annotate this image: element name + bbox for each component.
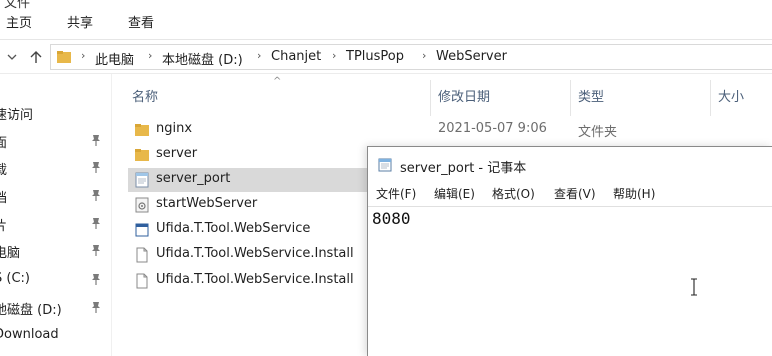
file-name: startWebServer bbox=[156, 196, 258, 211]
blank-file-icon bbox=[134, 273, 150, 289]
nav-item-documents[interactable]: 档 bbox=[0, 184, 111, 208]
nav-item-label: 片 bbox=[0, 215, 7, 234]
pin-icon[interactable] bbox=[90, 272, 102, 286]
folder-icon bbox=[134, 147, 150, 163]
chevron-right-icon[interactable]: › bbox=[422, 49, 426, 62]
notepad-icon bbox=[378, 158, 392, 172]
tab-home[interactable]: 主页 bbox=[6, 12, 32, 31]
file-row[interactable]: server bbox=[128, 143, 372, 167]
app-file-icon bbox=[134, 222, 150, 238]
address-bar-row: › 此电脑 › 本地磁盘 (D:) › Chanjet › TPlusPop ›… bbox=[0, 40, 772, 74]
menu-help[interactable]: 帮助(H) bbox=[613, 185, 655, 202]
nav-item-label: 档 bbox=[0, 187, 7, 206]
sort-ascending-icon: ^ bbox=[273, 76, 282, 87]
pin-icon[interactable] bbox=[90, 188, 102, 202]
navigation-pane: 速访问 面 载 档 片 电脑 S (C:) 地磁盘 (D:) Download bbox=[0, 74, 112, 356]
chevron-right-icon[interactable]: › bbox=[332, 49, 336, 62]
ibeam-cursor-icon bbox=[690, 278, 698, 296]
nav-item-desktop[interactable]: 面 bbox=[0, 129, 111, 153]
pin-icon[interactable] bbox=[90, 160, 102, 174]
menu-format[interactable]: 格式(O) bbox=[492, 185, 535, 202]
notepad-content: 8080 bbox=[372, 209, 411, 228]
column-divider[interactable] bbox=[710, 80, 711, 116]
file-name: server bbox=[156, 146, 198, 161]
tab-view[interactable]: 查看 bbox=[128, 12, 154, 31]
address-bar[interactable]: › 此电脑 › 本地磁盘 (D:) › Chanjet › TPlusPop ›… bbox=[50, 44, 772, 70]
tab-share[interactable]: 共享 bbox=[67, 12, 93, 31]
menu-view[interactable]: 查看(V) bbox=[554, 185, 596, 202]
file-name: nginx bbox=[156, 121, 193, 136]
file-type: 文件夹 bbox=[578, 125, 618, 140]
notepad-title: server_port - 记事本 bbox=[400, 161, 527, 176]
nav-item-this-pc[interactable]: 电脑 bbox=[0, 239, 111, 263]
file-row[interactable]: Ufida.T.Tool.WebService.Install bbox=[128, 269, 372, 293]
file-name: Ufida.T.Tool.WebService bbox=[156, 221, 311, 236]
pin-icon[interactable] bbox=[90, 243, 102, 257]
nav-item-downloads[interactable]: 载 bbox=[0, 156, 111, 180]
nav-item-label: S (C:) bbox=[0, 271, 30, 286]
batch-file-icon bbox=[134, 197, 150, 213]
ribbon: 文件 主页 共享 查看 bbox=[0, 0, 772, 40]
column-header-size[interactable]: 大小 bbox=[718, 86, 744, 105]
pin-icon[interactable] bbox=[90, 216, 102, 230]
chevron-right-icon[interactable]: › bbox=[257, 49, 261, 62]
file-date: 2021-05-07 9:06 bbox=[438, 121, 547, 136]
notepad-title-bar[interactable]: server_port - 记事本 bbox=[368, 147, 772, 181]
file-name: Ufida.T.Tool.WebService.Install bbox=[156, 272, 354, 287]
file-name: server_port bbox=[156, 171, 231, 186]
nav-item-label: 载 bbox=[0, 159, 7, 178]
nav-item-label: 面 bbox=[0, 132, 7, 151]
file-row[interactable]: startWebServer bbox=[128, 193, 372, 217]
nav-item-quick-access[interactable]: 速访问 bbox=[0, 101, 111, 125]
tab-file[interactable]: 文件 bbox=[4, 0, 30, 11]
nav-item-label: 速访问 bbox=[0, 108, 34, 123]
file-name: Ufida.T.Tool.WebService.Install bbox=[156, 246, 354, 261]
breadcrumb-this-pc[interactable]: 此电脑 bbox=[95, 49, 134, 68]
nav-item-label: 电脑 bbox=[0, 246, 21, 261]
up-arrow-icon[interactable] bbox=[26, 46, 46, 68]
nav-item-drive-d[interactable]: 地磁盘 (D:) bbox=[0, 296, 111, 320]
pin-icon[interactable] bbox=[90, 300, 102, 314]
chevron-right-icon[interactable]: › bbox=[81, 49, 85, 62]
nav-item-label: 地磁盘 (D:) bbox=[0, 303, 62, 318]
breadcrumb-chanjet[interactable]: Chanjet bbox=[271, 49, 321, 64]
column-divider[interactable] bbox=[570, 80, 571, 116]
file-row[interactable]: Ufida.T.Tool.WebService.Install bbox=[128, 243, 372, 267]
notepad-menu-bar: 文件(F) 编辑(E) 格式(O) 查看(V) 帮助(H) bbox=[368, 183, 772, 205]
file-row[interactable]: Ufida.T.Tool.WebService bbox=[128, 218, 372, 242]
notepad-window: server_port - 记事本 文件(F) 编辑(E) 格式(O) 查看(V… bbox=[367, 146, 772, 356]
nav-item-label: Download bbox=[0, 327, 59, 342]
breadcrumb-tpluspop[interactable]: TPlusPop bbox=[346, 49, 404, 64]
pin-icon[interactable] bbox=[90, 133, 102, 147]
breadcrumb-webserver[interactable]: WebServer bbox=[436, 49, 507, 64]
breadcrumb-drive-d[interactable]: 本地磁盘 (D:) bbox=[162, 49, 243, 68]
folder-icon bbox=[57, 50, 71, 64]
column-header-date[interactable]: 修改日期 bbox=[438, 86, 490, 105]
file-row[interactable]: nginx bbox=[128, 118, 372, 142]
menu-file[interactable]: 文件(F) bbox=[376, 185, 416, 202]
file-row-selected[interactable]: server_port bbox=[128, 168, 372, 192]
text-file-icon bbox=[134, 172, 150, 188]
blank-file-icon bbox=[134, 247, 150, 263]
notepad-text-area[interactable]: 8080 bbox=[368, 206, 772, 356]
column-divider[interactable] bbox=[430, 80, 431, 116]
column-header-name[interactable]: 名称 bbox=[132, 86, 158, 105]
ribbon-file-menu-partial[interactable]: 文件 bbox=[0, 0, 772, 11]
menu-edit[interactable]: 编辑(E) bbox=[434, 185, 475, 202]
nav-item-pictures[interactable]: 片 bbox=[0, 212, 111, 236]
folder-icon bbox=[134, 122, 150, 138]
recent-locations-chevron-icon[interactable] bbox=[2, 46, 22, 68]
nav-item-drive-c[interactable]: S (C:) bbox=[0, 268, 111, 292]
column-header-type[interactable]: 类型 bbox=[578, 86, 604, 105]
nav-item-download-folder[interactable]: Download bbox=[0, 324, 111, 348]
chevron-right-icon[interactable]: › bbox=[148, 49, 152, 62]
